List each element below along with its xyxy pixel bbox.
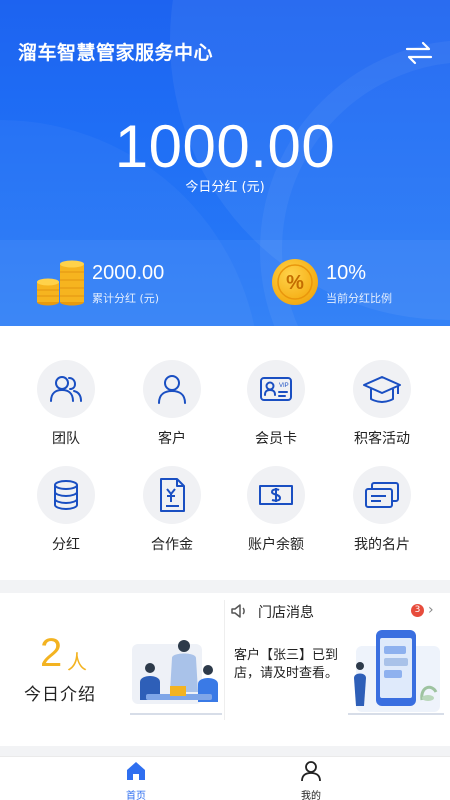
- menu-label-account-balance: 账户余额: [248, 537, 304, 553]
- total-dividend-value: 2000.00: [92, 262, 165, 284]
- dividend-ratio-label: 当前分红比例: [326, 292, 392, 305]
- menu-label-team: 团队: [52, 431, 80, 447]
- shop-message-text[interactable]: 客户【张三】已到店，请及时查看。: [234, 647, 342, 683]
- menu-item-account-balance[interactable]: 账户余额: [224, 466, 328, 566]
- speaker-icon: [231, 604, 245, 618]
- menu-item-team[interactable]: 团队: [14, 360, 118, 460]
- intro-label: 今日介绍: [24, 685, 96, 705]
- tab-home[interactable]: 首页: [96, 760, 176, 800]
- phone-message-illustration: [346, 626, 446, 720]
- menu-label-vip-card: 会员卡: [255, 431, 297, 447]
- menu-item-dividend[interactable]: 分红: [14, 466, 118, 566]
- menu-item-business-card[interactable]: 我的名片: [330, 466, 434, 566]
- swap-arrows-icon: [405, 41, 433, 65]
- coins-icon: [36, 258, 88, 306]
- today-dividend-label: 今日分红 (元): [185, 180, 265, 195]
- menu-item-activity[interactable]: 积客活动: [330, 360, 434, 460]
- intro-unit: 人: [67, 650, 87, 674]
- menu-label-cooperation-fund: 合作金: [151, 537, 193, 553]
- home-icon: [127, 762, 145, 780]
- profile-icon: [301, 761, 321, 782]
- svg-text:%: %: [286, 272, 304, 294]
- menu-label-customer: 客户: [158, 431, 186, 447]
- graduation-cap-icon: [363, 376, 401, 403]
- yuan-document-icon: [160, 478, 185, 512]
- vip-card-icon: VIP: [260, 377, 292, 401]
- menu-item-customer[interactable]: 客户: [120, 360, 224, 460]
- card-divider: [224, 600, 225, 720]
- tab-label-profile: 我的: [301, 791, 321, 800]
- menu-label-dividend: 分红: [52, 537, 80, 553]
- total-dividend-label: 累计分红 (元): [92, 292, 160, 305]
- dividend-ratio-value: 10%: [326, 262, 367, 284]
- menu-label-activity: 积客活动: [354, 431, 410, 447]
- business-card-icon: [365, 482, 399, 508]
- svg-text:VIP: VIP: [279, 383, 289, 389]
- tab-label-home: 首页: [126, 791, 146, 800]
- app-title: 溜车智慧管家服务中心: [18, 42, 214, 64]
- menu-item-cooperation-fund[interactable]: 合作金: [120, 466, 224, 566]
- team-meeting-illustration: [126, 628, 226, 720]
- menu-label-business-card: 我的名片: [354, 537, 410, 553]
- chevron-right-icon[interactable]: ›: [428, 602, 434, 618]
- team-icon: [50, 376, 82, 402]
- today-dividend-amount: 1000.00: [114, 113, 336, 180]
- unread-badge: 3: [411, 604, 424, 617]
- dollar-bill-icon: [259, 485, 293, 505]
- bottom-tab-bar: [0, 756, 450, 800]
- tab-profile[interactable]: 我的: [271, 760, 351, 800]
- swap-button[interactable]: [404, 40, 434, 66]
- customer-icon: [158, 375, 186, 404]
- coin-stack-icon: [54, 480, 78, 511]
- shop-message-title: 门店消息: [258, 605, 314, 621]
- percent-icon: %: [272, 259, 318, 305]
- intro-count: 2: [40, 631, 63, 675]
- menu-item-vip-card[interactable]: VIP 会员卡: [224, 360, 328, 460]
